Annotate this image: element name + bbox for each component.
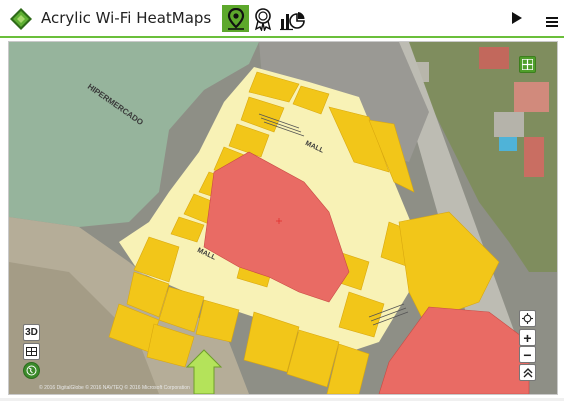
crosshair-icon [522,313,533,324]
zoom-in-button[interactable]: + [519,329,536,346]
map-marker-icon [227,7,244,30]
layout-toggle-button[interactable] [23,343,40,360]
map-attribution: © 2016 DigitalGlobe © 2016 NAVTEQ © 2016… [39,385,190,391]
double-chevron-up-icon [523,367,532,377]
reports-chart-icon [279,11,305,30]
tab-certification[interactable] [249,5,276,32]
zoom-out-button[interactable]: − [519,346,536,363]
floor-plan-map[interactable] [9,42,557,394]
app-logo-icon [10,8,32,30]
award-ribbon-icon [254,7,271,31]
tab-reports[interactable] [278,5,305,32]
split-view-icon [26,347,37,356]
globe-icon [26,365,37,376]
app-title: Acrylic Wi-Fi HeatMaps [41,9,212,27]
play-icon[interactable] [511,12,523,24]
title-separator [0,36,564,38]
grid-icon [522,59,533,70]
globe-button[interactable] [23,362,40,379]
locate-button[interactable] [519,310,536,327]
hamburger-menu-icon[interactable] [546,17,558,27]
map-viewport[interactable]: HIPERMERCADO MALL MALL 3D + − © 2016 Dig… [8,41,558,395]
title-bar: Acrylic Wi-Fi HeatMaps [0,0,564,35]
expand-up-button[interactable] [519,364,536,381]
view-3d-button[interactable]: 3D [23,324,40,341]
tab-map[interactable] [222,5,249,32]
floor-grid-button[interactable] [519,56,536,73]
